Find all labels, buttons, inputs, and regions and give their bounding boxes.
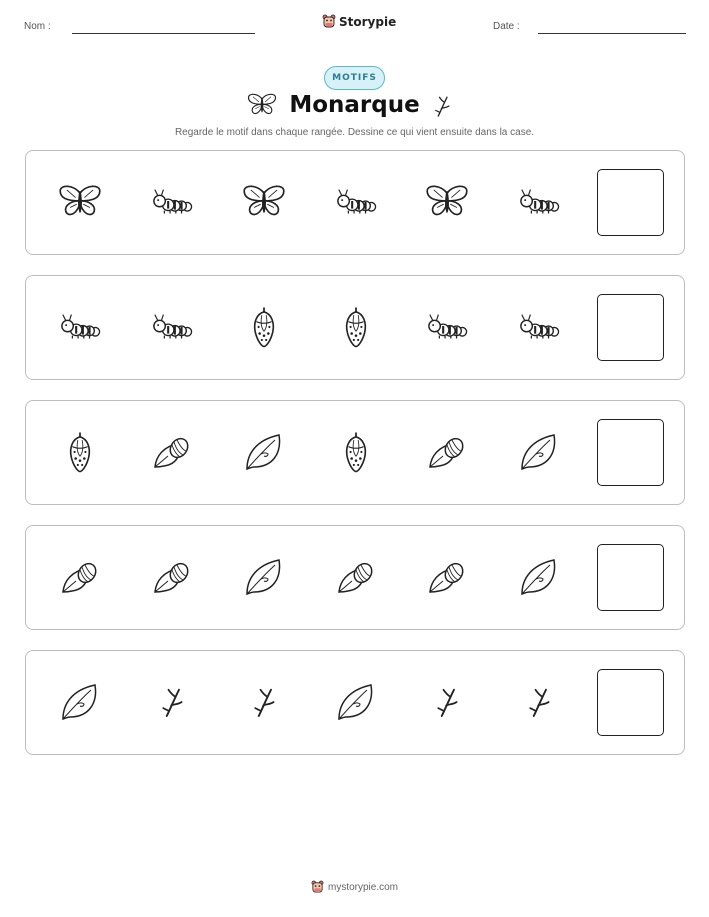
twig-icon — [516, 679, 562, 725]
leaf-icon — [333, 679, 379, 725]
butterfly-icon — [241, 179, 287, 225]
instructions: Regarde le motif dans chaque rangée. Des… — [174, 127, 535, 138]
pattern-row-5 — [25, 650, 685, 755]
pattern-row-2 — [25, 275, 685, 380]
caterpillar-icon — [149, 304, 195, 350]
date-label: Date : — [493, 21, 520, 32]
twig-icon — [424, 679, 470, 725]
egg-on-leaf-icon — [57, 554, 103, 600]
caterpillar-icon — [516, 179, 562, 225]
pattern-row-4 — [25, 525, 685, 630]
brand: Storypie — [322, 14, 396, 29]
egg-on-leaf-icon — [333, 554, 379, 600]
pattern-row-3 — [25, 400, 685, 505]
egg-on-leaf-icon — [424, 429, 470, 475]
twig-icon — [149, 679, 195, 725]
worksheet-header: Nom : Storypie Date : — [0, 0, 709, 50]
chrysalis-icon — [333, 304, 379, 350]
answer-box[interactable] — [597, 669, 664, 736]
answer-box[interactable] — [597, 294, 664, 361]
answer-box[interactable] — [597, 544, 664, 611]
leaf-icon — [241, 429, 287, 475]
egg-on-leaf-icon — [149, 429, 195, 475]
name-line[interactable] — [72, 33, 255, 34]
leaf-icon — [516, 554, 562, 600]
footer: mystorypie.com — [0, 880, 709, 894]
caterpillar-icon — [57, 304, 103, 350]
chrysalis-icon — [333, 429, 379, 475]
answer-box[interactable] — [597, 169, 664, 236]
brand-name: Storypie — [339, 14, 397, 29]
pattern-row-1 — [25, 150, 685, 255]
date-line[interactable] — [538, 33, 686, 34]
egg-on-leaf-icon — [424, 554, 470, 600]
answer-box[interactable] — [597, 419, 664, 486]
caterpillar-icon — [516, 304, 562, 350]
butterfly-icon — [57, 179, 103, 225]
page-title: Monarque — [289, 92, 420, 118]
category-badge: MOTIFS — [324, 66, 385, 90]
storypie-logo-icon — [311, 880, 324, 894]
egg-on-leaf-icon — [149, 554, 195, 600]
name-label: Nom : — [24, 21, 51, 32]
caterpillar-icon — [149, 179, 195, 225]
footer-site: mystorypie.com — [327, 881, 398, 893]
chrysalis-icon — [57, 429, 103, 475]
leaf-icon — [57, 679, 103, 725]
leaf-icon — [241, 554, 287, 600]
twig-icon — [241, 679, 287, 725]
title-area: Monarque — [0, 90, 709, 124]
chrysalis-icon — [241, 304, 287, 350]
caterpillar-icon — [424, 304, 470, 350]
leaf-icon — [516, 429, 562, 475]
storypie-logo-icon — [322, 14, 336, 29]
caterpillar-icon — [333, 179, 379, 225]
butterfly-icon — [424, 179, 470, 225]
twig-icon — [432, 93, 452, 119]
